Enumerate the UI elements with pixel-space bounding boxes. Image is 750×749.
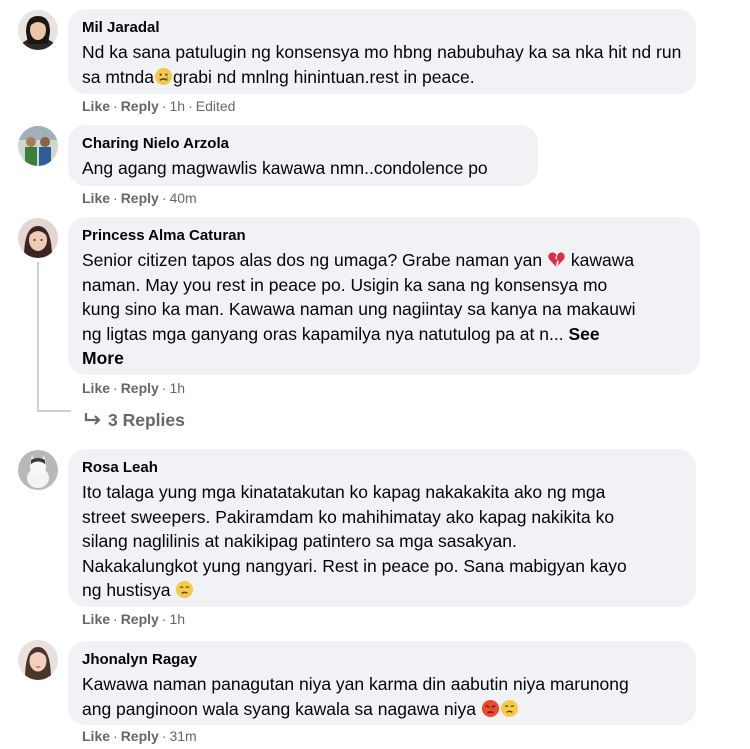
reply-link[interactable]: Reply: [121, 380, 159, 396]
reply-link[interactable]: Reply: [121, 190, 159, 206]
timestamp[interactable]: 1h: [169, 98, 185, 114]
avatar[interactable]: [18, 10, 58, 50]
timestamp[interactable]: 1h: [169, 380, 185, 396]
comment-author[interactable]: Charing Nielo Arzola: [82, 134, 524, 153]
comment-actions: Like · Reply · 1h: [82, 611, 186, 627]
thread-connector: [37, 410, 71, 412]
comment-text: Senior citizen tapos alas dos ng umaga? …: [82, 250, 636, 368]
reply-link[interactable]: Reply: [121, 611, 159, 627]
view-replies-button[interactable]: 3 Replies: [84, 410, 185, 431]
comment-author[interactable]: Rosa Leah: [82, 458, 682, 477]
see-more-link-cont[interactable]: More: [82, 348, 124, 368]
replies-count: 3 Replies: [108, 410, 185, 430]
timestamp[interactable]: 31m: [169, 728, 196, 744]
comment-text: Ang agang magwawlis kawawa nmn..condolen…: [82, 158, 488, 178]
avatar[interactable]: [18, 218, 58, 258]
worried-face-icon: [500, 699, 518, 717]
timestamp[interactable]: 1h: [169, 611, 185, 627]
comment-bubble: Mil Jaradal Nd ka sana patulugin ng kons…: [68, 9, 696, 94]
comment-bubble: Princess Alma Caturan Senior citizen tap…: [68, 217, 700, 375]
comment-bubble: Rosa Leah Ito talaga yung mga kinatataku…: [68, 449, 696, 607]
comment-text: Kawawa naman panagutan niya yan karma di…: [82, 674, 629, 719]
sad-face-icon: [154, 67, 173, 85]
avatar[interactable]: [18, 126, 58, 166]
timestamp[interactable]: 40m: [169, 190, 196, 206]
broken-heart-icon: [548, 252, 565, 268]
comment-actions: Like · Reply · 31m: [82, 728, 197, 744]
comment-actions: Like · Reply · 40m: [82, 190, 197, 206]
like-link[interactable]: Like: [82, 728, 110, 744]
comment-author[interactable]: Mil Jaradal: [82, 18, 682, 37]
comment-author[interactable]: Jhonalyn Ragay: [82, 650, 682, 669]
reply-link[interactable]: Reply: [121, 728, 159, 744]
comment-bubble: Charing Nielo Arzola Ang agang magwawlis…: [68, 125, 538, 186]
see-more-link[interactable]: See: [568, 324, 599, 344]
like-link[interactable]: Like: [82, 611, 110, 627]
like-link[interactable]: Like: [82, 98, 110, 114]
reply-arrow-icon: [84, 413, 101, 425]
comment-actions: Like · Reply · 1h · Edited: [82, 98, 236, 114]
worried-face-icon: [176, 580, 194, 599]
angry-face-icon: [481, 699, 499, 717]
comment-author[interactable]: Princess Alma Caturan: [82, 226, 686, 245]
comment-actions: Like · Reply · 1h: [82, 380, 186, 396]
comment-text: Ito talaga yung mga kinatatakutan ko kap…: [82, 482, 627, 600]
comment-bubble: Jhonalyn Ragay Kawawa naman panagutan ni…: [68, 641, 696, 725]
avatar[interactable]: [18, 640, 58, 680]
like-link[interactable]: Like: [82, 190, 110, 206]
reply-link[interactable]: Reply: [121, 98, 159, 114]
comment-text: Nd ka sana patulugin ng konsensya mo hbn…: [82, 42, 682, 87]
thread-line: [37, 262, 39, 412]
avatar[interactable]: [18, 450, 58, 490]
like-link[interactable]: Like: [82, 380, 110, 396]
edited-label: Edited: [195, 98, 236, 114]
